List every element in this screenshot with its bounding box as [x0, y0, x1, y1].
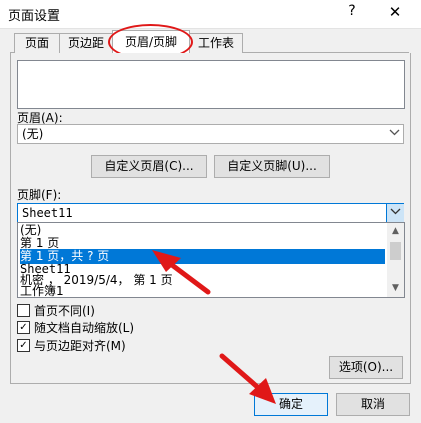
annotation-arrows	[152, 250, 276, 404]
arrow-to-ok-button	[219, 353, 276, 404]
arrow-to-list-item	[152, 250, 211, 295]
